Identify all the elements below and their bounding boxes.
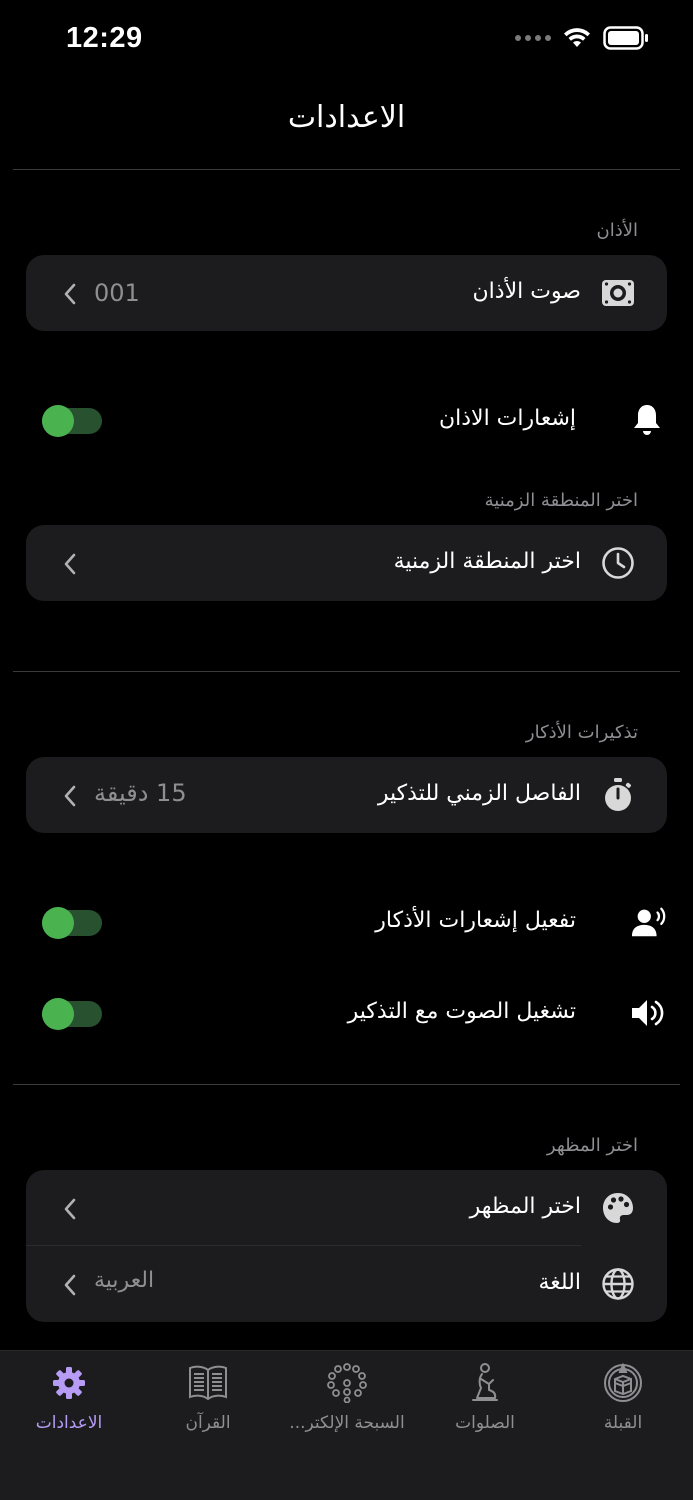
battery-icon: [603, 26, 648, 50]
toggle-knob: [42, 907, 74, 939]
speaking-person-icon: [631, 904, 667, 940]
chevron-left-icon: [64, 785, 76, 807]
tab-tasbih[interactable]: السبحة الإلكتر...: [282, 1361, 412, 1451]
azkar-sound-row: تشغيل الصوت مع التذكير: [0, 975, 693, 1051]
globe-icon: [600, 1266, 636, 1302]
adhan-sound-label: صوت الأذان: [472, 279, 581, 304]
adhan-sound-card: صوت الأذان 001: [26, 255, 667, 331]
language-row[interactable]: اللغة العربية: [26, 1246, 667, 1322]
theme-row[interactable]: اختر المظهر: [26, 1170, 667, 1246]
azkar-sound-label: تشغيل الصوت مع التذكير: [347, 999, 576, 1024]
palette-icon: [600, 1190, 636, 1226]
azkar-sound-toggle[interactable]: [42, 998, 102, 1030]
tab-settings-label: الاعدادات: [35, 1413, 103, 1433]
azkar-interval-label: الفاصل الزمني للتذكير: [377, 781, 581, 806]
section-header-azkar: تذكيرات الأذكار: [525, 722, 638, 743]
toggle-knob: [42, 998, 74, 1030]
chevron-left-icon: [64, 1198, 76, 1220]
timezone-row[interactable]: اختر المنطقة الزمنية: [26, 525, 667, 601]
page-title: الاعدادات: [287, 100, 406, 135]
tab-prayers-label: الصلوات: [455, 1413, 515, 1433]
tab-settings[interactable]: الاعدادات: [4, 1361, 134, 1451]
tab-quran-label: القرآن: [185, 1413, 231, 1433]
prayer-beads-icon: [325, 1361, 369, 1405]
stopwatch-icon: [600, 777, 636, 813]
adhan-notifications-row: إشعارات الاذان: [0, 382, 693, 458]
section-header-adhan: الأذان: [596, 220, 638, 241]
chevron-left-icon: [64, 553, 76, 575]
section-header-timezone: اختر المنطقة الزمنية: [484, 490, 638, 511]
timezone-card: اختر المنطقة الزمنية: [26, 525, 667, 601]
volume-icon: [629, 995, 665, 1031]
language-label: اللغة: [538, 1270, 581, 1295]
chevron-left-icon: [64, 283, 76, 305]
wifi-icon: [564, 28, 590, 47]
status-time: 12:29: [66, 22, 143, 54]
section-divider: [13, 671, 680, 672]
azkar-interval-card: الفاصل الزمني للتذكير 15 دقيقة: [26, 757, 667, 833]
appearance-card: اختر المظهر اللغة العربية: [26, 1170, 667, 1322]
section-header-appearance: اختر المظهر: [546, 1135, 638, 1156]
status-bar: 12:29: [0, 0, 693, 80]
chevron-left-icon: [64, 1274, 76, 1296]
azkar-enable-row: تفعيل إشعارات الأذكار: [0, 884, 693, 960]
language-value: العربية: [94, 1268, 155, 1293]
adhan-sound-value: 001: [94, 279, 140, 307]
qibla-kaaba-icon: [601, 1361, 645, 1405]
speaker-icon: [600, 275, 636, 311]
tab-qibla[interactable]: القبلة: [558, 1361, 688, 1451]
toggle-knob: [42, 405, 74, 437]
adhan-notifications-label: إشعارات الاذان: [438, 406, 576, 431]
clock-icon: [600, 545, 636, 581]
section-divider: [13, 1084, 680, 1085]
cellular-signal-icon: [515, 35, 551, 41]
tab-qibla-label: القبلة: [603, 1413, 643, 1433]
adhan-sound-row[interactable]: صوت الأذان 001: [26, 255, 667, 331]
azkar-enable-label: تفعيل إشعارات الأذكار: [375, 908, 576, 933]
quran-book-icon: [186, 1361, 230, 1405]
status-icons: [515, 26, 649, 50]
azkar-enable-toggle[interactable]: [42, 907, 102, 939]
praying-person-icon: [463, 1361, 507, 1405]
tab-bar: الاعدادات القرآن السبحة الإلكتر... الصلو…: [0, 1350, 693, 1500]
azkar-interval-value: 15 دقيقة: [94, 779, 187, 807]
tab-quran[interactable]: القرآن: [143, 1361, 273, 1451]
azkar-interval-row[interactable]: الفاصل الزمني للتذكير 15 دقيقة: [26, 757, 667, 833]
tab-tasbih-label: السبحة الإلكتر...: [289, 1413, 405, 1433]
adhan-notifications-toggle[interactable]: [42, 405, 102, 437]
timezone-label: اختر المنطقة الزمنية: [393, 549, 581, 574]
bell-icon: [629, 402, 665, 438]
tab-prayers[interactable]: الصلوات: [420, 1361, 550, 1451]
gear-icon: [47, 1361, 91, 1405]
theme-label: اختر المظهر: [469, 1194, 581, 1219]
header-divider: [13, 169, 680, 170]
